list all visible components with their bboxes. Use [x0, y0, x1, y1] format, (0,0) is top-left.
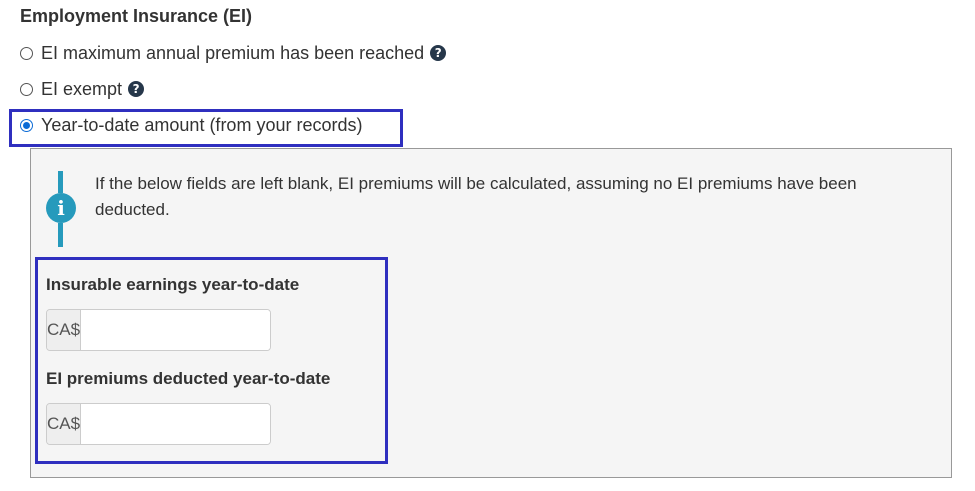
section-title: Employment Insurance (EI)	[20, 6, 253, 26]
radio-button[interactable]	[20, 82, 33, 96]
radio-button[interactable]	[20, 46, 33, 60]
radio-label: EI exempt	[41, 78, 123, 99]
info-bar-bottom	[58, 223, 63, 247]
highlight-box-radio	[9, 109, 403, 147]
radio-option-max-premium[interactable]: EI maximum annual premium has been reach…	[20, 40, 447, 66]
help-icon[interactable]: ?	[430, 45, 447, 61]
info-message: If the below fields are left blank, EI p…	[95, 174, 857, 219]
radio-option-exempt[interactable]: EI exempt ?	[20, 76, 145, 102]
info-bar-top	[58, 171, 63, 193]
highlight-box-fields	[35, 257, 388, 464]
help-icon[interactable]: ?	[128, 81, 145, 97]
radio-label: EI maximum annual premium has been reach…	[41, 42, 425, 63]
info-icon: i	[46, 193, 76, 223]
